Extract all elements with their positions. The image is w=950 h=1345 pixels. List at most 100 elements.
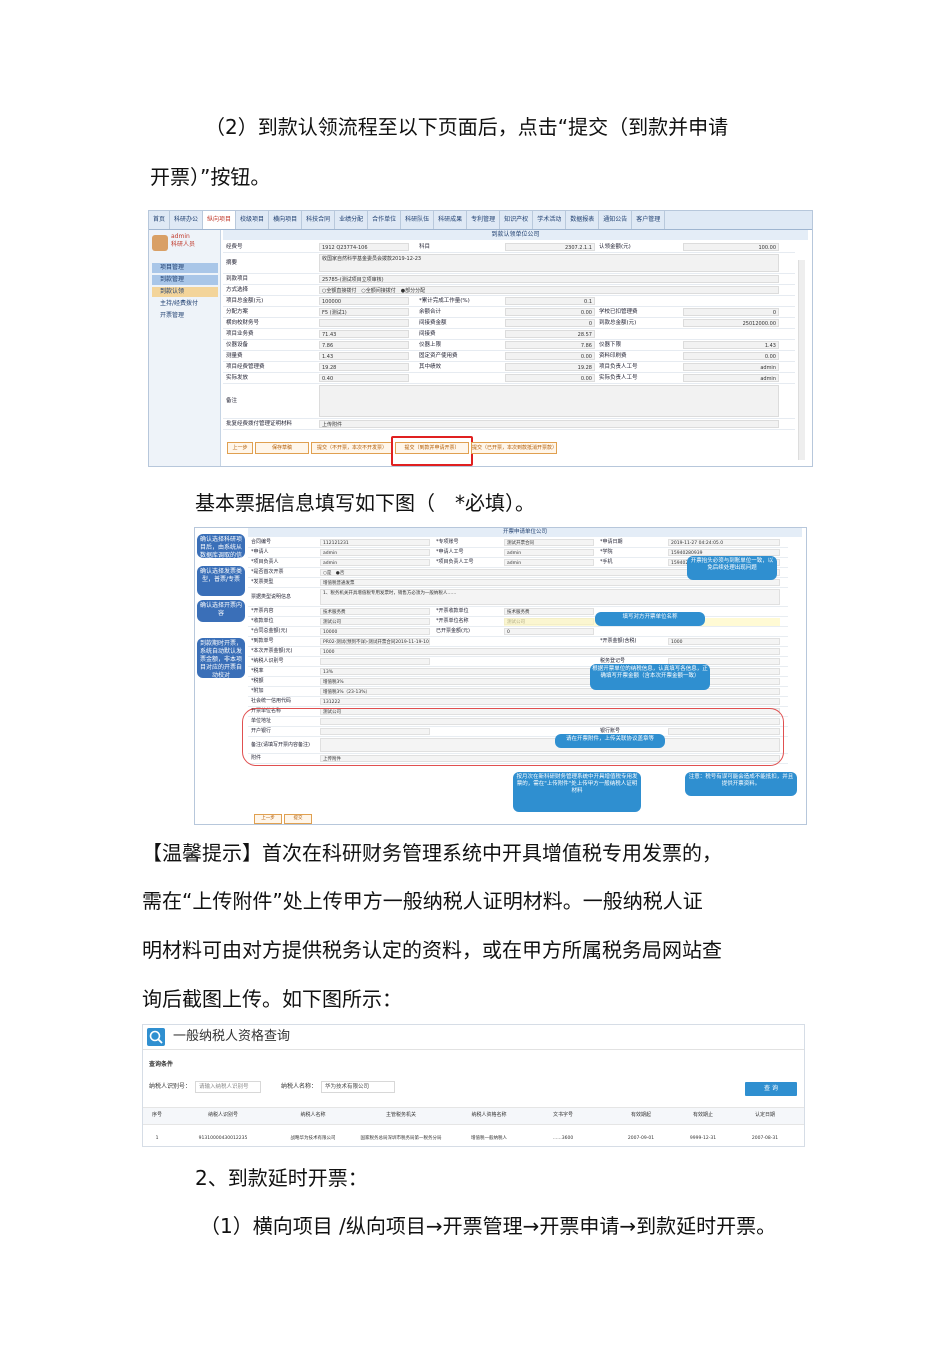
field-value[interactable]: 25012000.00 [683,319,779,327]
field-value[interactable]: 增值税普通发票 [320,579,780,586]
sidebar-item[interactable]: 到款管理 [152,275,218,285]
nav-tab[interactable]: 专利管理 [467,211,501,229]
form-button[interactable]: 上一步 [254,814,282,824]
field-value[interactable]: ○全额直接拨付 ○全额间接拨付 ●部分分配 [319,286,779,294]
field-label: 批复经费拨付管理证明材料 [226,421,293,427]
field-label: *是否首次开票 [251,569,284,575]
nav-tab[interactable]: 合作单位 [368,211,402,229]
nav-tab[interactable]: 纵向项目 [203,211,237,229]
field-value[interactable]: 0.00 [683,352,779,360]
field-value[interactable]: 增值税3%（23-13%） [320,688,780,695]
field-value[interactable]: 2307.2.1.1 [505,243,595,251]
sidebar-item[interactable]: 项目管理 [152,263,218,273]
scrollbar[interactable] [798,260,805,460]
field-value[interactable]: 1000 [668,638,780,645]
field-value[interactable]: 测试开票合同 [504,539,594,546]
nav-tab[interactable]: 科研办公 [170,211,204,229]
field-label: 实际发放 [226,375,249,381]
field-value[interactable]: 25785-(测试项目立项审核) [319,275,779,283]
nav-tab[interactable]: 科技合同 [302,211,336,229]
nav-tab[interactable]: 校级项目 [236,211,270,229]
field-value[interactable]: 1、税务机关开具增值税专用发票时，销售方必须为一般纳税人…… [320,589,780,605]
field-value[interactable]: 2019-11-27 04:24:05.0 [668,539,780,546]
field-label: 项目经费管理费 [226,364,265,370]
field-value[interactable]: admin [683,363,779,371]
field-value[interactable]: 增值税3% [320,678,780,685]
form-row: 摘要 收国家自然科学基金委员会拨款2019-12-23 [223,253,795,274]
field-value[interactable]: 0.1 [505,297,595,305]
form-button[interactable]: 提交（已开票，本次到款抵消开票款） [471,442,557,454]
field-value[interactable]: F5 (测试1) [319,308,409,316]
field-value[interactable] [319,385,779,417]
form-row: 横向校财务号 间接费金额 0 到款总金额(元) 25012000.00 [223,318,795,329]
nav-tab[interactable]: 首页 [149,211,171,229]
field-value[interactable] [319,319,409,327]
field-value[interactable]: 131222 [320,698,780,705]
field-value[interactable]: admin [683,374,779,382]
field-label: *纳税人识别号 [251,658,284,664]
field-value[interactable]: 0 [683,308,779,316]
field-value[interactable]: 100.00 [683,243,779,251]
search-button[interactable]: 查 询 [745,1082,797,1096]
field-value[interactable]: admin [504,549,594,556]
field-value[interactable]: 1.43 [683,341,779,349]
nav-tab[interactable]: 学术活动 [533,211,567,229]
field-value[interactable]: 7.86 [505,341,595,349]
field-value[interactable]: 0.40 [319,374,409,382]
field-value[interactable]: 15940280939 [668,549,780,556]
nav-tab[interactable]: 科研队伍 [401,211,435,229]
field-value[interactable]: 1.43 [319,352,409,360]
table-cell: 增值税一般纳税人 [471,1136,507,1141]
field-value[interactable]: 19.28 [319,363,409,371]
annotation-callout: 注意：税号有误可能会造成不能抵扣，并且提供开票资料。 [685,772,797,796]
nav-tab[interactable]: 数据报表 [566,211,600,229]
nav-tab[interactable]: 科研成果 [434,211,468,229]
field-value[interactable]: 1912 Q23774-106 [319,243,409,251]
field-value[interactable]: 0.00 [505,308,595,316]
field-value[interactable]: 13% [320,668,780,675]
field-value[interactable]: 技术服务费 [320,608,430,615]
taxpayer-name-input[interactable]: 华为技术有限公司 [321,1081,395,1093]
field-value[interactable]: 19.28 [505,363,595,371]
sidebar-item[interactable]: 到款认领 [152,287,218,297]
field-value[interactable]: 112121231 [320,539,430,546]
top-nav: 首页 科研办公 纵向项目 校级项目 横向项目 科技合同 业绩分配 合作单位 科研队伍 科研成果 专利… [149,211,812,230]
form-button[interactable]: 提交（不开票，本次不开发票） [311,442,393,454]
sidebar-item[interactable]: 主持/经费拨付 [152,299,218,309]
form-button[interactable]: 上一步 [227,442,253,454]
field-value[interactable]: PR02-测试(预到不详)-测试开票合同2019-11-19-1000 [320,638,430,645]
nav-tab[interactable]: 客户管理 [632,211,666,229]
query-title: 一般纳税人资格查询 [173,1029,291,1044]
field-label: 固定资产使用费 [419,353,458,359]
field-value[interactable]: 测试公司 [320,618,430,625]
field-value[interactable]: admin [320,559,430,566]
nav-tab[interactable]: 业绩分配 [335,211,369,229]
form-row: *本次开票金额(元) 1000 [248,647,788,657]
field-value[interactable]: admin [504,559,594,566]
field-value[interactable]: 0 [504,628,594,635]
field-value[interactable]: 28.57 [505,330,595,338]
form-button[interactable]: 提交 [284,814,312,824]
taxpayer-id-input[interactable]: 请输入纳税人识别号 [195,1081,261,1093]
field-value[interactable]: 0 [505,319,595,327]
field-value[interactable]: 技术服务费 [504,608,594,615]
form-row: 经费号 1912 Q23774-106 科目 2307.2.1.1 认领金额(元) 100… [223,242,795,253]
form-button[interactable]: 保存草稿 [255,442,309,454]
field-value[interactable] [320,658,430,665]
table-cell: 2007-08-31 [751,1136,779,1141]
field-label: 摘要 [226,260,238,266]
field-value[interactable]: 100000 [319,297,409,305]
field-value[interactable]: 0.00 [505,352,595,360]
sidebar-item[interactable]: 开票管理 [152,311,218,321]
nav-tab[interactable]: 通知公告 [599,211,633,229]
field-value[interactable]: 7.86 [319,341,409,349]
field-value[interactable]: 71.43 [319,330,409,338]
nav-tab[interactable]: 知识产权 [500,211,534,229]
field-value[interactable]: 1000 [320,648,780,655]
field-value[interactable]: 上传附件 [319,420,779,428]
field-value[interactable]: 收国家自然科学基金委员会拨款2019-12-23 [319,254,779,272]
field-value[interactable]: 0.00 [505,374,595,382]
field-value[interactable]: 10000 [320,628,430,635]
nav-tab[interactable]: 横向项目 [269,211,303,229]
field-value[interactable]: admin [320,549,430,556]
